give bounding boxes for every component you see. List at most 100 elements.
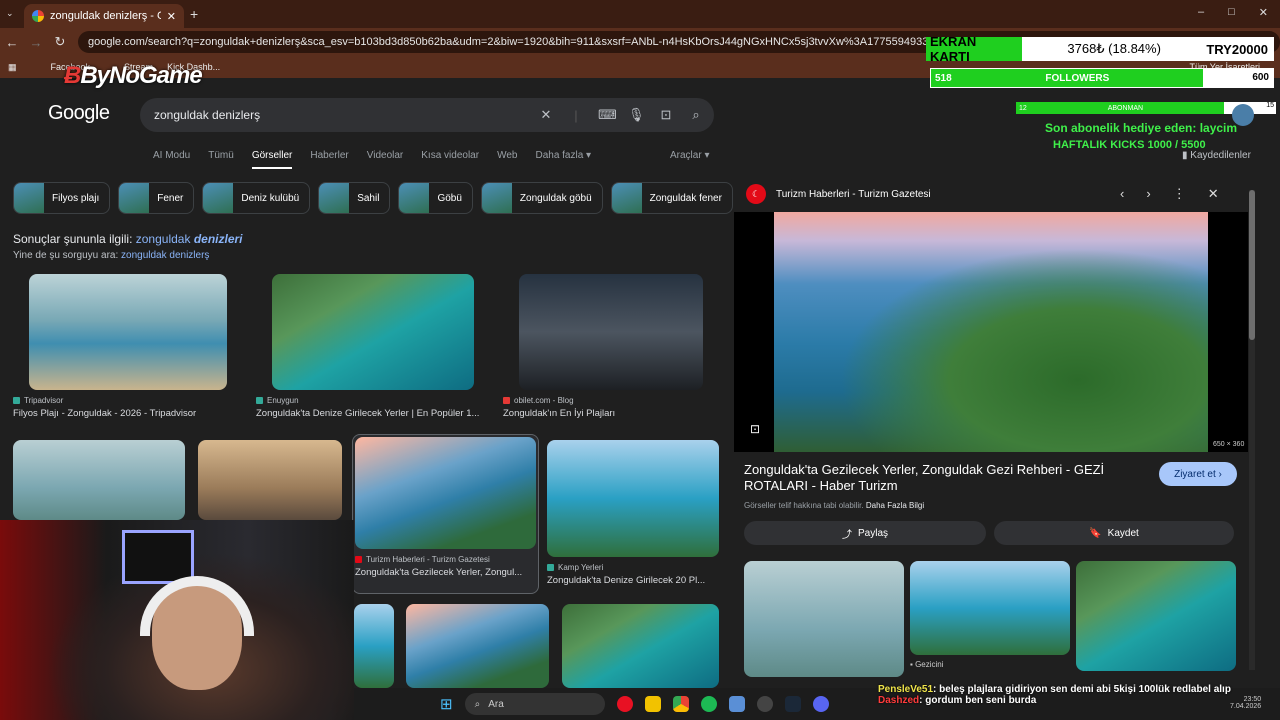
image-result[interactable]: [562, 604, 719, 688]
copyright-notice: Görseller telif hakkına tabi olabilir. D…: [744, 501, 924, 510]
result-image[interactable]: [198, 440, 342, 520]
prev-icon[interactable]: ‹: [1120, 186, 1124, 202]
related-image[interactable]: [1076, 561, 1236, 671]
search-icon[interactable]: ⌕: [688, 107, 704, 123]
tab-all[interactable]: Tümü: [208, 150, 234, 169]
minimize-icon[interactable]: –: [1198, 6, 1204, 19]
tab-short-videos[interactable]: Kısa videolar: [421, 150, 479, 169]
back-icon[interactable]: ←: [0, 35, 24, 50]
chip[interactable]: Deniz kulübü: [202, 182, 311, 214]
clear-icon[interactable]: ✕: [538, 107, 554, 123]
result-title[interactable]: Zonguldak'ta Denize Girilecek 20 Pl...: [547, 575, 719, 586]
tab-news[interactable]: Haberler: [310, 150, 348, 169]
image-result[interactable]: Tripadvisor Filyos Plajı - Zonguldak - 2…: [13, 274, 243, 419]
result-image[interactable]: [519, 274, 703, 390]
image-result[interactable]: [354, 604, 394, 688]
obs-icon[interactable]: [756, 696, 773, 712]
image-result-selected[interactable]: Turizm Haberleri - Turizm Gazetesi Zongu…: [352, 434, 539, 594]
image-result[interactable]: [13, 440, 185, 520]
search-instead: Yine de şu sorguyu ara: zonguldak denizl…: [13, 250, 209, 261]
tools-button[interactable]: Araçlar ▾: [670, 150, 710, 161]
save-button[interactable]: 🔖 Kaydet: [994, 521, 1234, 545]
image-result[interactable]: [198, 440, 342, 520]
tab-more[interactable]: Daha fazla ▾: [535, 150, 591, 169]
chat-message: PensleVe51: beleş plajlara gidiriyon sen…: [878, 684, 1278, 695]
chip[interactable]: Sahil: [318, 182, 391, 214]
taskbar-search[interactable]: ⌕ Ara: [464, 693, 605, 715]
chip[interactable]: Zonguldak fener: [610, 182, 733, 214]
app-icon[interactable]: [728, 696, 745, 712]
image-result[interactable]: obilet.com - Blog Zonguldak'ın En İyi Pl…: [503, 274, 719, 419]
result-image[interactable]: [562, 604, 719, 688]
related-image[interactable]: [910, 561, 1070, 655]
corrected-word-2: denizleri: [193, 232, 243, 246]
search-tabs: AI Modu Tümü Görseller Haberler Videolar…: [153, 150, 591, 169]
apps-icon[interactable]: ▦: [8, 62, 17, 73]
result-title[interactable]: Zonguldak'ın En İyi Plajları: [503, 408, 719, 419]
tab-web[interactable]: Web: [497, 150, 517, 169]
panel-source[interactable]: Turizm Haberleri - Turizm Gazetesi: [776, 189, 931, 200]
lens-icon[interactable]: ⊡: [658, 107, 674, 123]
next-icon[interactable]: ›: [1146, 186, 1150, 202]
chrome-icon[interactable]: [672, 696, 689, 712]
close-window-icon[interactable]: ✕: [1259, 6, 1268, 19]
image-result[interactable]: Kamp Yerleri Zonguldak'ta Denize Girilec…: [547, 440, 719, 586]
result-image[interactable]: [272, 274, 474, 390]
new-tab-icon[interactable]: +: [190, 6, 198, 22]
saved-link[interactable]: ▮ Kaydedilenler: [1182, 150, 1251, 161]
result-title[interactable]: Zonguldak'ta Gezilecek Yerler, Zongul...: [355, 567, 536, 578]
chip[interactable]: Filyos plajı: [13, 182, 111, 214]
tab-ai-mode[interactable]: AI Modu: [153, 150, 190, 169]
chip[interactable]: Fener: [118, 182, 195, 214]
forward-icon[interactable]: →: [24, 35, 48, 50]
close-tab-icon[interactable]: ✕: [167, 10, 176, 23]
keyboard-icon[interactable]: ⌨: [598, 107, 617, 123]
tab-images[interactable]: Görseller: [251, 150, 293, 169]
visit-button[interactable]: Ziyaret et ›: [1159, 462, 1237, 486]
maximize-icon[interactable]: □: [1228, 6, 1235, 19]
result-image[interactable]: [547, 440, 719, 557]
windows-start-icon[interactable]: ⊞: [440, 695, 453, 713]
file-explorer-icon[interactable]: [644, 696, 661, 712]
lens-search-icon[interactable]: ⊡: [750, 422, 760, 436]
chip[interactable]: Göbü: [398, 182, 473, 214]
browser-tab[interactable]: zonguldak denizlerş - Google'd ✕: [24, 4, 184, 28]
scroll-thumb[interactable]: [1249, 190, 1255, 340]
steam-icon[interactable]: [784, 696, 801, 712]
app-icon[interactable]: [616, 696, 633, 712]
tab-search-icon[interactable]: ⌄: [6, 8, 14, 19]
share-button[interactable]: ⤴ Paylaş: [744, 521, 986, 545]
close-panel-icon[interactable]: ✕: [1208, 186, 1219, 202]
image-result[interactable]: [406, 604, 549, 688]
followers-goal: 600: [1203, 69, 1273, 87]
search-input[interactable]: zonguldak denizlerş: [154, 108, 524, 122]
google-logo[interactable]: Google: [48, 102, 110, 125]
microphone-icon[interactable]: 🎙: [628, 107, 645, 123]
result-source: obilet.com - Blog: [503, 396, 719, 405]
url-text: google.com/search?q=zonguldak+denizlerş&…: [88, 36, 1060, 48]
result-image[interactable]: [406, 604, 549, 688]
instead-link[interactable]: zonguldak denizlerş: [121, 250, 209, 261]
image-result[interactable]: Enuygun Zonguldak'ta Denize Girilecek Ye…: [256, 274, 490, 419]
panel-scrollbar[interactable]: [1249, 190, 1255, 670]
preview-image[interactable]: [774, 212, 1208, 452]
spotify-icon[interactable]: [700, 696, 717, 712]
corrected-query-link[interactable]: zonguldak denizleri: [136, 232, 243, 246]
discord-icon[interactable]: [812, 696, 829, 712]
result-title[interactable]: Zonguldak'ta Denize Girilecek Yerler | E…: [256, 408, 490, 419]
preview-title[interactable]: Zonguldak'ta Gezilecek Yerler, Zonguldak…: [744, 462, 1144, 494]
reload-icon[interactable]: ↻: [48, 34, 72, 50]
chip[interactable]: Zonguldak göbü: [480, 182, 603, 214]
google-favicon-icon: [32, 10, 44, 22]
share-icon: ⤴: [841, 529, 852, 541]
result-image[interactable]: [355, 437, 536, 549]
more-options-icon[interactable]: ⋮: [1173, 186, 1186, 202]
saved-label: Kaydedilenler: [1190, 150, 1251, 161]
tab-videos[interactable]: Videolar: [367, 150, 404, 169]
result-image[interactable]: [29, 274, 227, 390]
more-info-link[interactable]: Daha Fazla Bilgi: [866, 501, 924, 510]
result-title[interactable]: Filyos Plajı - Zonguldak - 2026 - Tripad…: [13, 408, 243, 419]
result-image[interactable]: [13, 440, 185, 520]
result-image[interactable]: [354, 604, 394, 688]
related-image[interactable]: [744, 561, 904, 677]
